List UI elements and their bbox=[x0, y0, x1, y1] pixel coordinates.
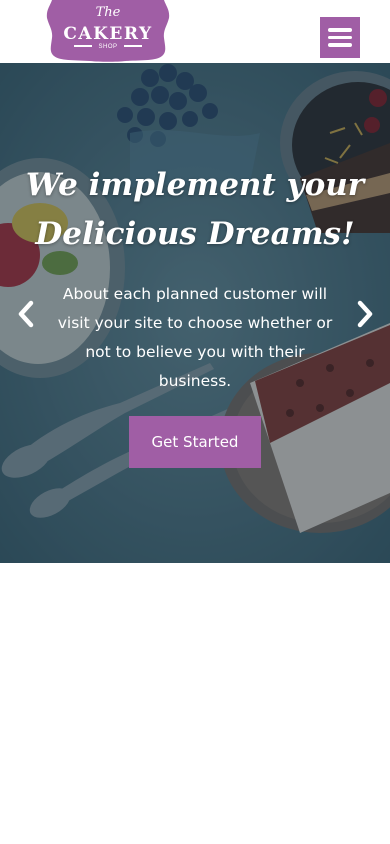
hero-headline: We implement your Delicious Dreams! bbox=[20, 161, 370, 259]
hamburger-bar bbox=[328, 35, 352, 40]
logo-text-cakery: CAKERY bbox=[63, 24, 153, 44]
slider-next-button[interactable] bbox=[353, 299, 377, 329]
site-header: The CAKERY SHOP bbox=[0, 0, 390, 63]
get-started-button[interactable]: Get Started bbox=[129, 416, 261, 468]
hamburger-menu-button[interactable] bbox=[320, 17, 360, 58]
logo-text-shop: SHOP bbox=[98, 44, 118, 50]
cakery-shop-logo[interactable]: The CAKERY SHOP bbox=[46, 0, 170, 64]
hero-slider: We implement your Delicious Dreams! Abou… bbox=[0, 63, 390, 563]
content-area-blank bbox=[0, 563, 390, 844]
chevron-right-icon bbox=[357, 300, 373, 328]
hamburger-bar bbox=[328, 43, 352, 47]
logo-text-shop-ribbon: SHOP bbox=[46, 44, 170, 50]
logo-text-the: The bbox=[95, 5, 121, 20]
hero-subtext: About each planned customer will visit y… bbox=[57, 285, 333, 390]
hero-headline-line2: Delicious Dreams! bbox=[35, 216, 355, 252]
hero-headline-line1: We implement your bbox=[25, 167, 365, 203]
slider-prev-button[interactable] bbox=[14, 299, 38, 329]
hamburger-menu-icon bbox=[328, 28, 352, 32]
chevron-left-icon bbox=[18, 300, 34, 328]
